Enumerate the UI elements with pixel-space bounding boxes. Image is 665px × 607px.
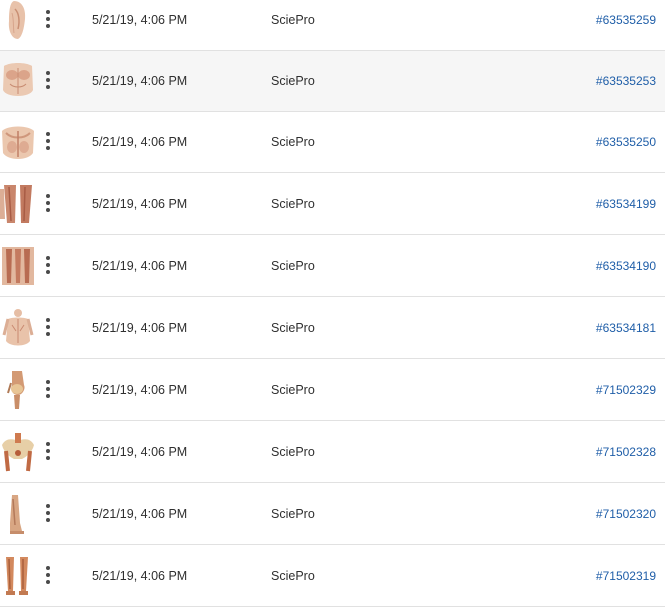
asset-id-link[interactable]: #71502329: [596, 360, 656, 421]
source-text: SciePro: [271, 569, 315, 583]
list-item[interactable]: 5/21/19, 4:06 PM SciePro #63534190: [0, 236, 665, 297]
asset-id-link[interactable]: #63534199: [596, 174, 656, 235]
more-options-icon[interactable]: [40, 314, 56, 340]
more-options-icon[interactable]: [40, 376, 56, 402]
more-options-icon[interactable]: [40, 500, 56, 526]
list-item[interactable]: 5/21/19, 4:06 PM SciePro #63535250: [0, 112, 665, 173]
source-text: SciePro: [271, 321, 315, 335]
more-options-icon[interactable]: [40, 438, 56, 464]
thigh-muscles-icon[interactable]: [0, 183, 36, 225]
more-options-icon[interactable]: [40, 128, 56, 154]
asset-id-link[interactable]: #63534181: [596, 298, 656, 359]
upper-body-icon[interactable]: [0, 307, 36, 349]
source-text: SciePro: [271, 135, 315, 149]
date-text: 5/21/19, 4:06 PM: [92, 259, 188, 273]
leg-muscles-icon[interactable]: [0, 245, 36, 287]
media-list: 5/21/19, 4:06 PM SciePro #63535259 5/21/…: [0, 0, 665, 607]
date-text: 5/21/19, 4:06 PM: [92, 445, 188, 459]
list-item[interactable]: 5/21/19, 4:06 PM SciePro #71502329: [0, 360, 665, 421]
asset-id-link[interactable]: #63535250: [596, 112, 656, 173]
lower-leg-icon[interactable]: [0, 493, 36, 535]
source-text: SciePro: [271, 74, 315, 88]
legs-pair-icon[interactable]: [0, 555, 36, 597]
asset-id-link[interactable]: #63535259: [596, 0, 656, 51]
list-item[interactable]: 5/21/19, 4:06 PM SciePro #63534199: [0, 174, 665, 235]
date-text: 5/21/19, 4:06 PM: [92, 383, 188, 397]
pelvis-icon[interactable]: [0, 431, 36, 473]
source-text: SciePro: [271, 197, 315, 211]
back-muscles-icon[interactable]: [0, 121, 36, 163]
date-text: 5/21/19, 4:06 PM: [92, 135, 188, 149]
asset-id-link[interactable]: #71502319: [596, 546, 656, 607]
date-text: 5/21/19, 4:06 PM: [92, 569, 188, 583]
list-item[interactable]: 5/21/19, 4:06 PM SciePro #71502319: [0, 546, 665, 607]
list-item[interactable]: 5/21/19, 4:06 PM SciePro #63535253: [0, 51, 665, 112]
date-text: 5/21/19, 4:06 PM: [92, 321, 188, 335]
more-options-icon[interactable]: [40, 190, 56, 216]
source-text: SciePro: [271, 13, 315, 27]
list-item[interactable]: 5/21/19, 4:06 PM SciePro #71502328: [0, 422, 665, 483]
more-options-icon[interactable]: [40, 562, 56, 588]
knee-joint-icon[interactable]: [0, 369, 36, 411]
asset-id-link[interactable]: #71502320: [596, 484, 656, 545]
asset-id-link[interactable]: #71502328: [596, 422, 656, 483]
source-text: SciePro: [271, 259, 315, 273]
asset-id-link[interactable]: #63535253: [596, 51, 656, 112]
more-options-icon[interactable]: [40, 67, 56, 93]
list-item[interactable]: 5/21/19, 4:06 PM SciePro #63535259: [0, 0, 665, 51]
list-item[interactable]: 5/21/19, 4:06 PM SciePro #63534181: [0, 298, 665, 359]
date-text: 5/21/19, 4:06 PM: [92, 74, 188, 88]
date-text: 5/21/19, 4:06 PM: [92, 197, 188, 211]
more-options-icon[interactable]: [40, 6, 56, 32]
asset-id-link[interactable]: #63534190: [596, 236, 656, 297]
torso-front-icon[interactable]: [0, 60, 36, 102]
more-options-icon[interactable]: [40, 252, 56, 278]
source-text: SciePro: [271, 383, 315, 397]
torso-side-icon[interactable]: [0, 0, 36, 41]
source-text: SciePro: [271, 445, 315, 459]
date-text: 5/21/19, 4:06 PM: [92, 507, 188, 521]
list-item[interactable]: 5/21/19, 4:06 PM SciePro #71502320: [0, 484, 665, 545]
source-text: SciePro: [271, 507, 315, 521]
date-text: 5/21/19, 4:06 PM: [92, 13, 188, 27]
